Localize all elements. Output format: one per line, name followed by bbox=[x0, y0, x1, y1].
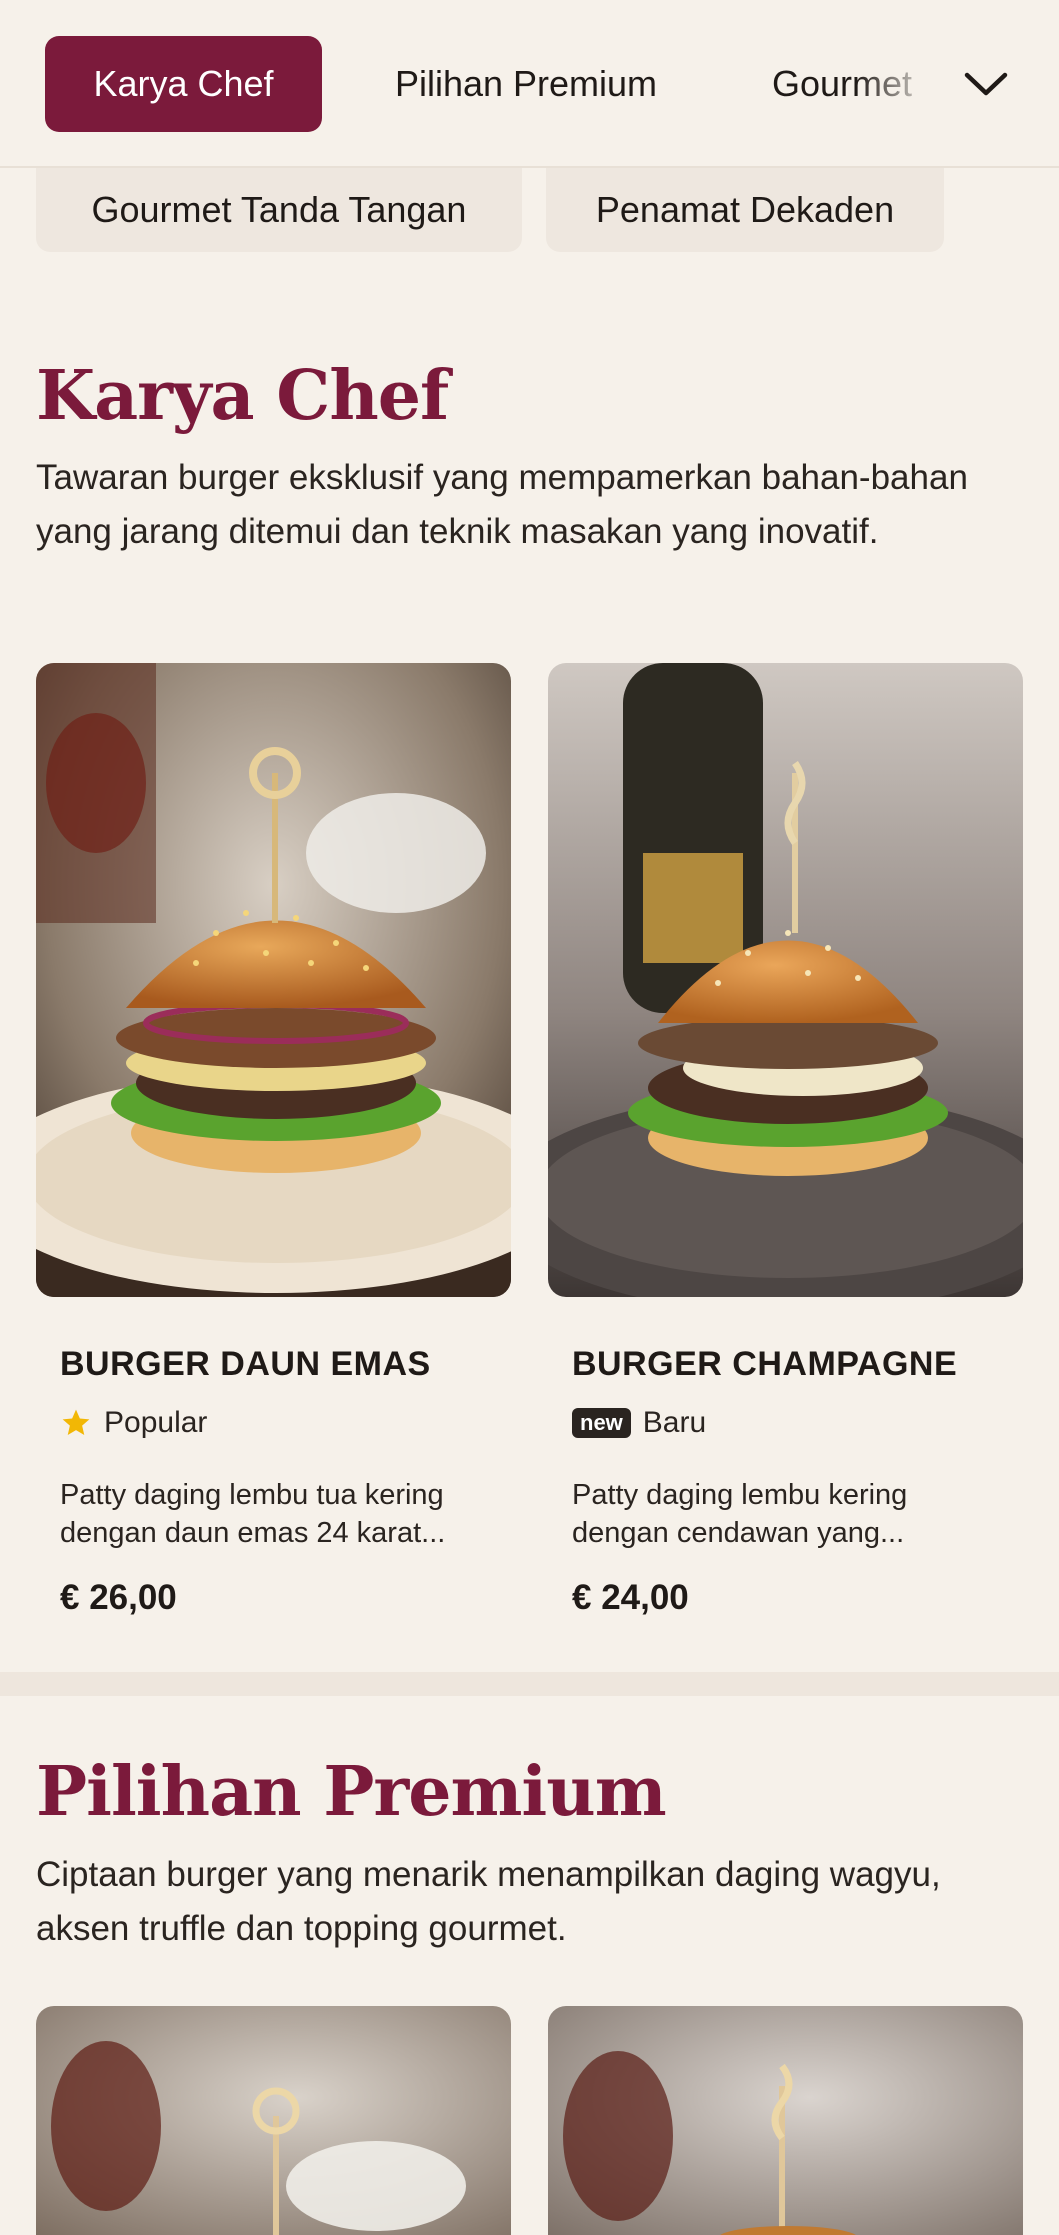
burger-photo-icon bbox=[548, 663, 1023, 1297]
tag-label: Baru bbox=[642, 1406, 707, 1439]
category-nav: Karya Chef Pilihan Premium Gourmet bbox=[0, 0, 1059, 168]
burger-champagne-image[interactable] bbox=[548, 663, 1023, 1297]
star-icon bbox=[62, 1409, 90, 1435]
item-description: Patty daging lembu kering dengan cendawa… bbox=[572, 1479, 908, 1549]
burger-champagne-card[interactable]: BURGER CHAMPAGNE new Baru Patty daging l… bbox=[572, 1345, 1002, 1618]
tab-gourmet[interactable]: Gourmet bbox=[736, 36, 936, 132]
new-badge: new bbox=[572, 1408, 631, 1438]
premium-burger-image-1[interactable] bbox=[36, 2006, 511, 2235]
expand-categories-button[interactable] bbox=[958, 56, 1014, 112]
chevron-down-icon bbox=[964, 72, 1008, 96]
premium-burger-image-2[interactable] bbox=[548, 2006, 1023, 2235]
section-desc-karya-chef: Tawaran burger eksklusif yang mempamerka… bbox=[36, 458, 968, 551]
burger-photo-icon bbox=[548, 2006, 1023, 2235]
tag-label: Popular bbox=[104, 1406, 208, 1439]
burger-daun-emas-card[interactable]: BURGER DAUN EMAS Popular Patty daging le… bbox=[60, 1345, 490, 1618]
popular-tag: Popular bbox=[60, 1406, 490, 1440]
section-divider bbox=[0, 1672, 1059, 1696]
new-tag: new Baru bbox=[572, 1406, 1002, 1440]
item-description: Patty daging lembu tua kering dengan dau… bbox=[60, 1479, 446, 1549]
item-price: € 26,00 bbox=[60, 1578, 177, 1617]
item-name: BURGER DAUN EMAS bbox=[60, 1345, 431, 1383]
tab-pilihan-premium[interactable]: Pilihan Premium bbox=[370, 36, 682, 132]
section-title-pilihan-premium: Pilihan Premium bbox=[36, 1752, 667, 1832]
tab-karya-chef[interactable]: Karya Chef bbox=[45, 36, 322, 132]
item-price: € 24,00 bbox=[572, 1578, 689, 1617]
section-desc-pilihan-premium: Ciptaan burger yang menarik menampilkan … bbox=[36, 1855, 941, 1948]
item-name: BURGER CHAMPAGNE bbox=[572, 1345, 958, 1383]
burger-photo-icon bbox=[36, 2006, 511, 2235]
section-title-karya-chef: Karya Chef bbox=[36, 356, 449, 436]
burger-daun-emas-image[interactable] bbox=[36, 663, 511, 1297]
burger-photo-icon bbox=[36, 663, 511, 1297]
